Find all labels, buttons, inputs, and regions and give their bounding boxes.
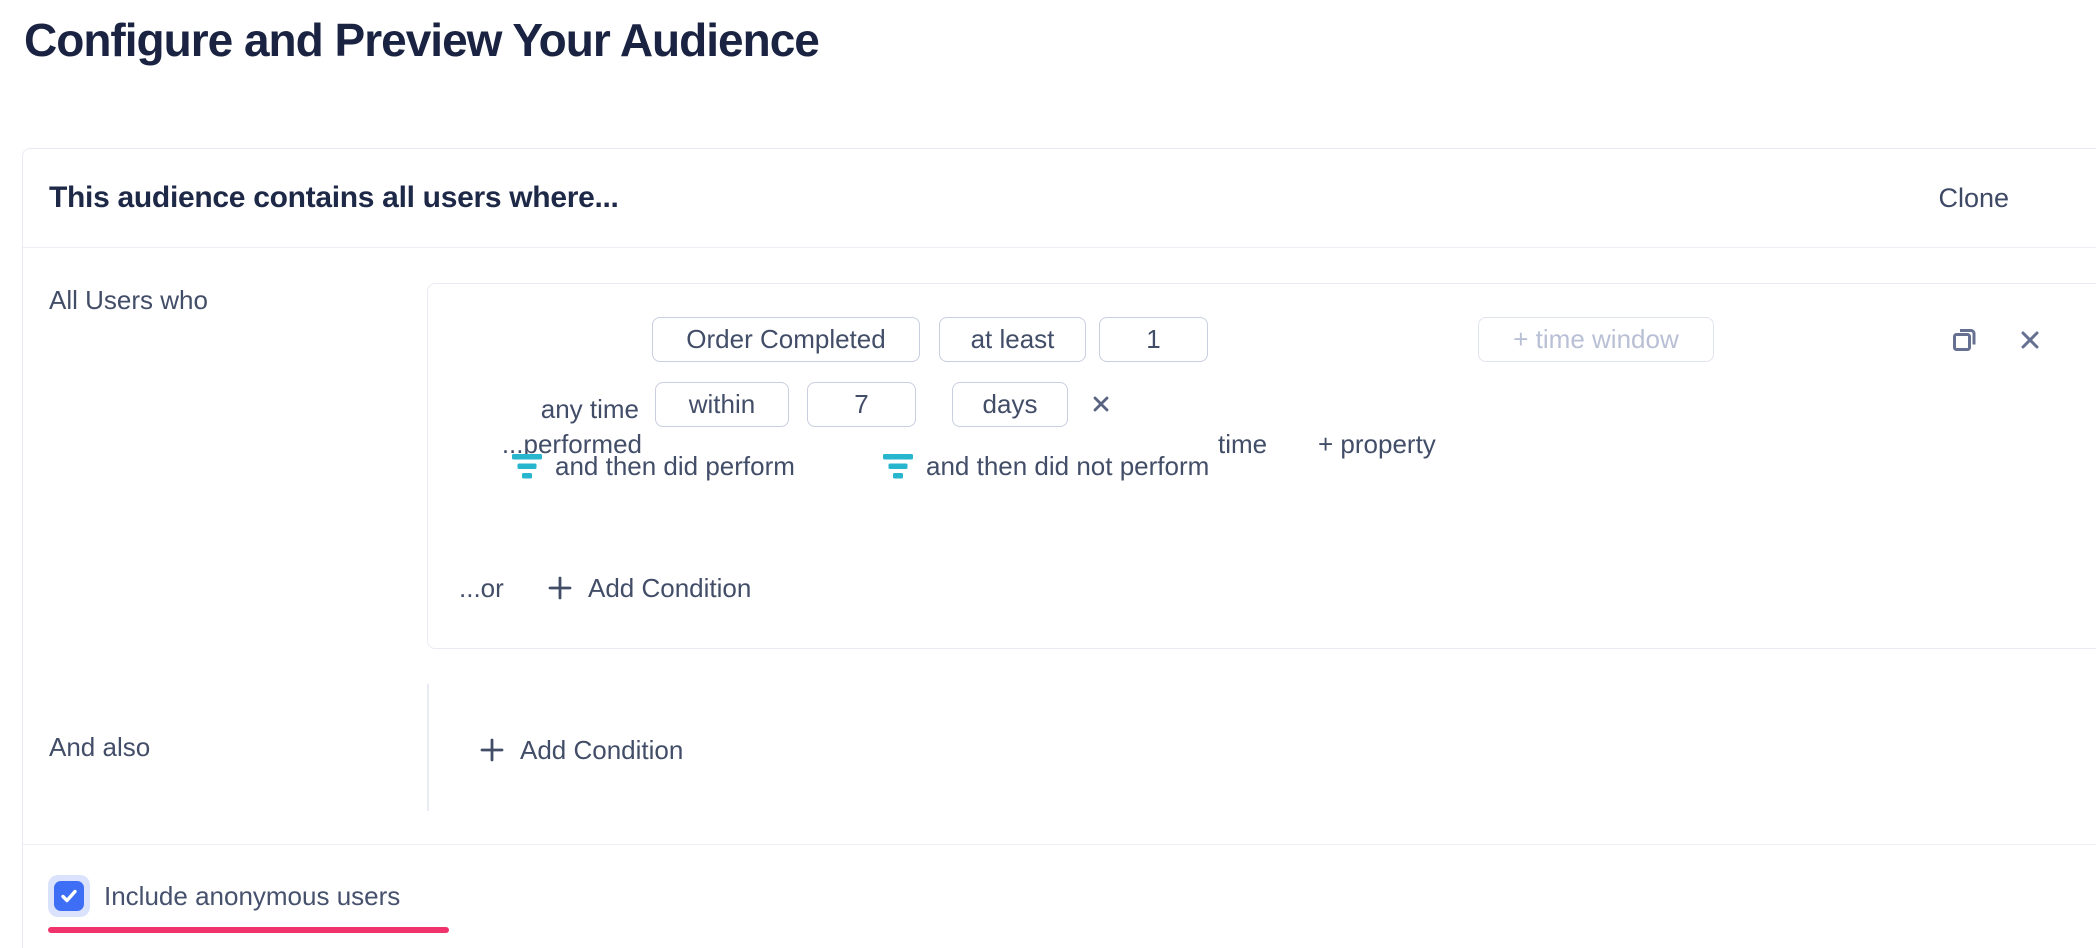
annotation-underline: [48, 927, 449, 933]
add-property-button[interactable]: + property: [1318, 428, 1436, 460]
page-title: Configure and Preview Your Audience: [24, 12, 819, 68]
funnel-icon: [883, 453, 913, 480]
and-also-label: And also: [49, 731, 150, 763]
condition-panel: ...performed Order Completed at least ti…: [427, 283, 2096, 649]
card-title: This audience contains all users where..…: [49, 181, 619, 215]
include-anonymous-label: Include anonymous users: [104, 881, 400, 911]
then-did-perform-label: and then did perform: [555, 450, 795, 482]
time-window-button[interactable]: + time window: [1478, 317, 1714, 362]
add-condition-label: Add Condition: [588, 572, 751, 604]
then-did-not-perform-button[interactable]: and then did not perform: [883, 450, 1209, 482]
or-label: ...or: [459, 572, 504, 604]
then-did-perform-button[interactable]: and then did perform: [512, 450, 795, 482]
and-also-divider: [427, 684, 429, 811]
audience-card: This audience contains all users where..…: [22, 148, 2096, 948]
card-header: This audience contains all users where..…: [23, 149, 2096, 248]
time-label: time: [1218, 428, 1267, 460]
count-input[interactable]: [1099, 317, 1208, 362]
then-did-not-perform-label: and then did not perform: [926, 450, 1209, 482]
remove-condition-icon[interactable]: [2018, 328, 2042, 352]
duplicate-condition-icon[interactable]: [1950, 324, 1980, 354]
checkbox-checked-box: [54, 881, 84, 911]
add-condition-label: Add Condition: [520, 734, 683, 766]
window-count-input[interactable]: [807, 382, 916, 427]
plus-icon: [547, 575, 573, 601]
all-users-label: All Users who: [49, 284, 208, 316]
add-condition-and-button[interactable]: Add Condition: [479, 734, 683, 766]
operator-select-button[interactable]: at least: [939, 317, 1086, 362]
include-anonymous-checkbox[interactable]: [48, 875, 90, 917]
funnel-icon: [512, 453, 542, 480]
remove-time-window-icon[interactable]: [1091, 394, 1111, 414]
window-unit-button[interactable]: days: [952, 382, 1068, 427]
any-time-label: any time: [428, 393, 639, 425]
event-select-button[interactable]: Order Completed: [652, 317, 920, 362]
checkmark-icon: [59, 886, 79, 906]
plus-icon: [479, 737, 505, 763]
footer-divider: [23, 844, 2096, 845]
window-operator-button[interactable]: within: [655, 382, 789, 427]
clone-button[interactable]: Clone: [1938, 183, 2009, 214]
add-condition-or-button[interactable]: Add Condition: [547, 572, 751, 604]
